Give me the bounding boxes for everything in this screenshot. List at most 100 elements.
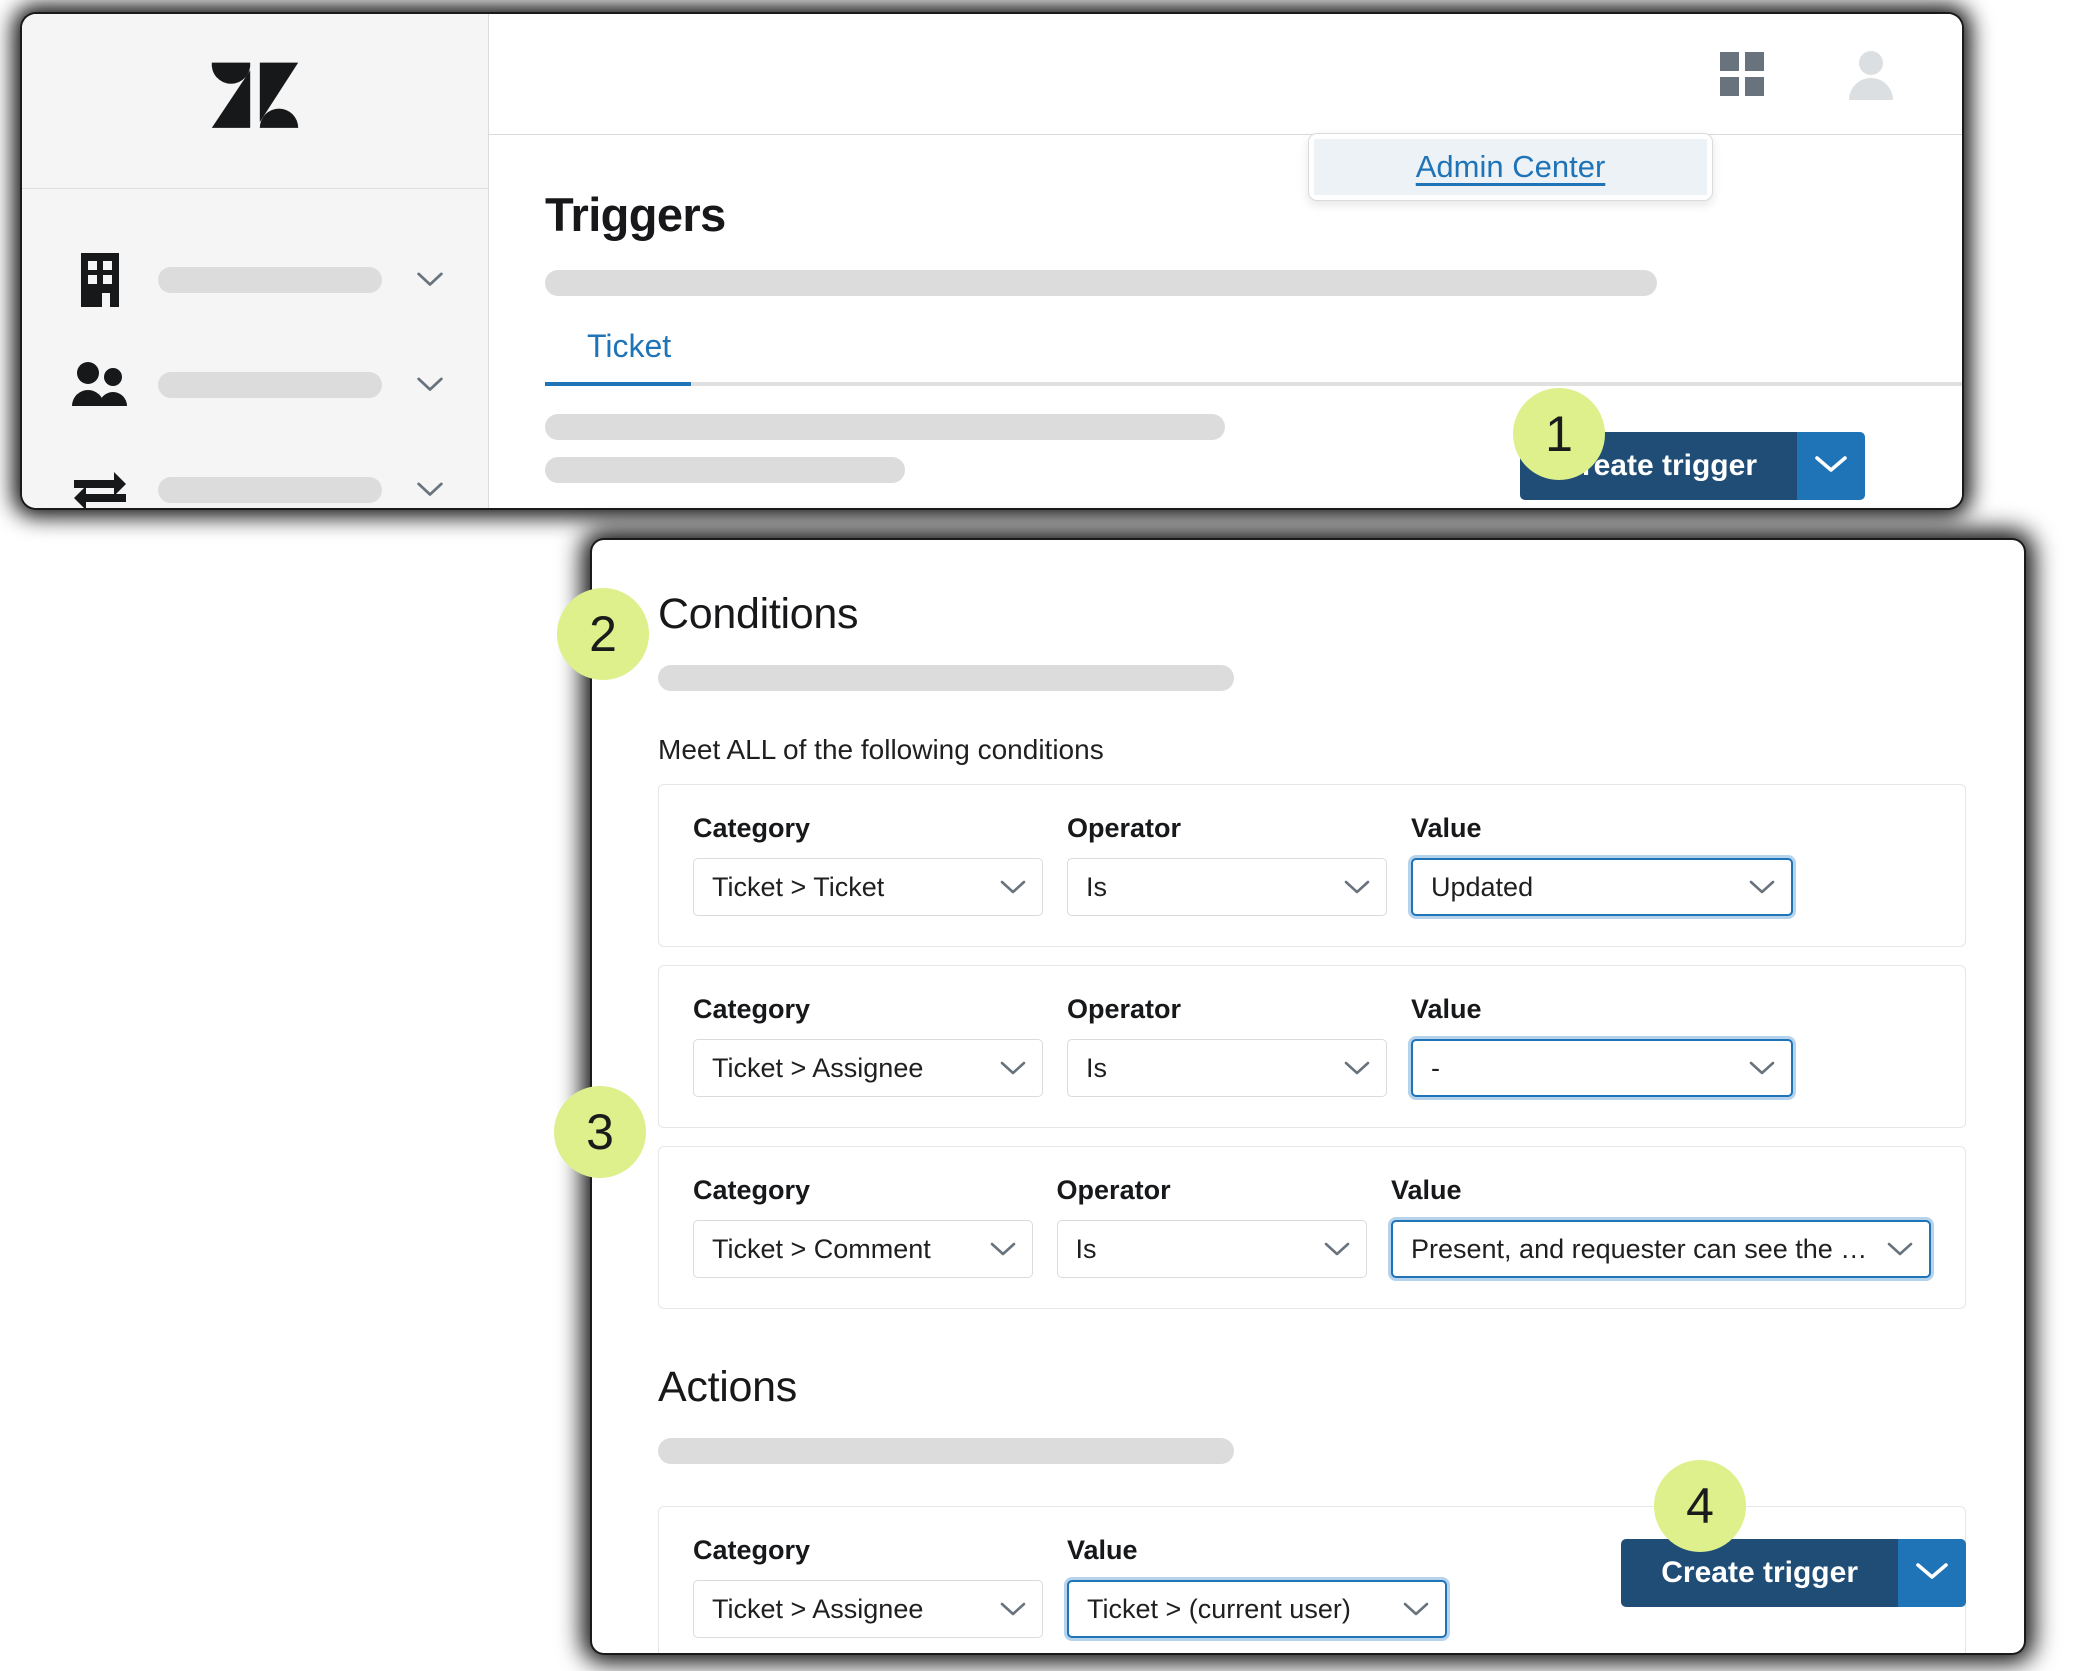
step-badge-3: 3 xyxy=(554,1086,646,1178)
chevron-down-icon xyxy=(1749,1061,1775,1076)
condition-operator-select[interactable]: Is xyxy=(1056,1220,1367,1278)
condition-value-field: Value Present, and requester can see the… xyxy=(1391,1175,1931,1278)
condition-value-select[interactable]: Updated xyxy=(1411,858,1793,916)
condition-operator-value: Is xyxy=(1086,871,1108,902)
meet-all-label: Meet ALL of the following conditions xyxy=(658,734,1104,765)
tab-ticket[interactable]: Ticket xyxy=(545,328,689,382)
action-value-value: Ticket > (current user) xyxy=(1087,1593,1351,1624)
action-value-label: Value xyxy=(1067,1535,1138,1565)
sidebar-item-2[interactable] xyxy=(22,437,488,508)
condition-value-value: Present, and requester can see the comme… xyxy=(1411,1233,1877,1264)
tabs-underline xyxy=(545,382,1962,386)
condition-operator-value: Is xyxy=(1086,1052,1108,1083)
condition-row: Category Ticket > Assignee Operator Is V… xyxy=(658,965,1966,1128)
create-trigger-caret-bottom[interactable] xyxy=(1898,1539,1966,1607)
condition-category-select[interactable]: Ticket > Comment xyxy=(693,1220,1033,1278)
sidebar-item-label-stub-2 xyxy=(158,476,382,503)
action-category-value: Ticket > Assignee xyxy=(712,1593,924,1624)
condition-row: Category Ticket > Comment Operator Is Va… xyxy=(658,1146,1966,1309)
condition-value-label: Value xyxy=(1411,813,1482,843)
zendesk-logo-icon xyxy=(207,53,303,149)
condition-category-field: Category Ticket > Ticket xyxy=(693,813,1043,916)
create-trigger-caret-top[interactable] xyxy=(1797,432,1865,500)
chevron-down-icon xyxy=(1344,1061,1370,1076)
create-trigger-button-bottom[interactable]: Create trigger xyxy=(1621,1539,1898,1607)
grid-apps-icon[interactable] xyxy=(1720,52,1765,96)
user-avatar-icon[interactable] xyxy=(1843,46,1899,102)
condition-category-select[interactable]: Ticket > Assignee xyxy=(693,1039,1043,1097)
chevron-down-icon xyxy=(1749,880,1775,895)
chevron-down-icon xyxy=(1403,1602,1429,1617)
chevron-down-icon[interactable] xyxy=(410,482,450,498)
condition-category-field: Category Ticket > Assignee xyxy=(693,994,1043,1097)
condition-category-label: Category xyxy=(693,994,811,1024)
condition-value-label: Value xyxy=(1411,994,1482,1024)
condition-category-value: Ticket > Ticket xyxy=(712,871,885,902)
step-badge-2: 2 xyxy=(557,588,649,680)
tabs-row: Ticket xyxy=(545,328,1962,386)
condition-value-select[interactable]: Present, and requester can see the comme… xyxy=(1391,1220,1931,1278)
support-window: Objects and rules Business rules Trigger… xyxy=(22,14,1962,508)
chevron-down-icon xyxy=(1324,1242,1350,1257)
trigger-editor-window: Conditions Meet ALL of the following con… xyxy=(592,540,2024,1653)
support-main: Triggers Ticket Create trigger xyxy=(489,14,1962,508)
actions-heading: Actions xyxy=(658,1363,797,1411)
sidebar-item-label-stub-0 xyxy=(158,266,382,293)
condition-operator-label: Operator xyxy=(1067,813,1182,843)
sidebar-item-1[interactable] xyxy=(22,332,488,437)
people-icon xyxy=(70,355,130,415)
chevron-down-icon xyxy=(1000,1602,1026,1617)
sidebar-nav-list: Objects and rules Business rules Trigger… xyxy=(22,189,488,508)
condition-operator-field: Operator Is xyxy=(1056,1175,1367,1278)
condition-category-value: Ticket > Comment xyxy=(712,1233,931,1264)
chevron-down-icon[interactable] xyxy=(410,272,450,288)
condition-category-value: Ticket > Assignee xyxy=(712,1052,924,1083)
condition-operator-label: Operator xyxy=(1067,994,1182,1024)
condition-operator-label: Operator xyxy=(1056,1175,1171,1205)
condition-value-select[interactable]: - xyxy=(1411,1039,1793,1097)
page-subtitle-stub xyxy=(545,270,1657,296)
condition-value-label: Value xyxy=(1391,1175,1462,1205)
sidebar: Objects and rules Business rules Trigger… xyxy=(22,14,489,508)
chevron-down-icon xyxy=(990,1242,1016,1257)
actions-section: Actions xyxy=(658,1363,1966,1464)
sidebar-item-0[interactable] xyxy=(22,227,488,332)
page-content: Triggers Ticket xyxy=(489,135,1962,483)
page-title: Triggers xyxy=(545,188,726,241)
conditions-heading: Conditions xyxy=(658,590,859,638)
chevron-down-icon xyxy=(1887,1242,1913,1257)
body-stub-1 xyxy=(545,414,1225,440)
chevron-down-icon xyxy=(1344,880,1370,895)
trigger-editor-body: Conditions Meet ALL of the following con… xyxy=(592,540,2024,1653)
action-category-label: Category xyxy=(693,1535,811,1565)
chevron-down-icon xyxy=(1000,1061,1026,1076)
condition-operator-select[interactable]: Is xyxy=(1067,1039,1387,1097)
step-badge-1: 1 xyxy=(1513,388,1605,480)
tab-active-indicator xyxy=(545,382,691,386)
chevron-down-icon xyxy=(1000,880,1026,895)
sidebar-item-label-stub-1 xyxy=(158,371,382,398)
condition-operator-select[interactable]: Is xyxy=(1067,858,1387,916)
action-value-select[interactable]: Ticket > (current user) xyxy=(1067,1580,1447,1638)
body-stub-2 xyxy=(545,457,905,483)
arrows-exchange-icon xyxy=(70,460,130,508)
action-category-field: Category Ticket > Assignee xyxy=(693,1535,1043,1638)
condition-category-select[interactable]: Ticket > Ticket xyxy=(693,858,1043,916)
condition-category-label: Category xyxy=(693,1175,811,1205)
condition-category-label: Category xyxy=(693,813,811,843)
topbar xyxy=(489,14,1962,135)
create-trigger-bottom-wrap: Create trigger xyxy=(1621,1539,1966,1607)
condition-operator-field: Operator Is xyxy=(1067,813,1387,916)
action-category-select[interactable]: Ticket > Assignee xyxy=(693,1580,1043,1638)
create-trigger-split-button-bottom: Create trigger xyxy=(1621,1539,1966,1607)
screenshot-stage: Objects and rules Business rules Trigger… xyxy=(0,0,2078,1671)
admin-center-menu-item[interactable]: Admin Center xyxy=(1314,139,1707,195)
chevron-down-icon[interactable] xyxy=(410,377,450,393)
conditions-description-stub xyxy=(658,665,1234,691)
admin-center-link[interactable]: Admin Center xyxy=(1416,149,1606,185)
chevron-down-icon xyxy=(1915,1561,1949,1586)
chevron-down-icon xyxy=(1814,454,1848,479)
condition-row: Category Ticket > Ticket Operator Is Val… xyxy=(658,784,1966,947)
condition-operator-value: Is xyxy=(1075,1233,1097,1264)
action-value-field: Value Ticket > (current user) xyxy=(1067,1535,1447,1638)
